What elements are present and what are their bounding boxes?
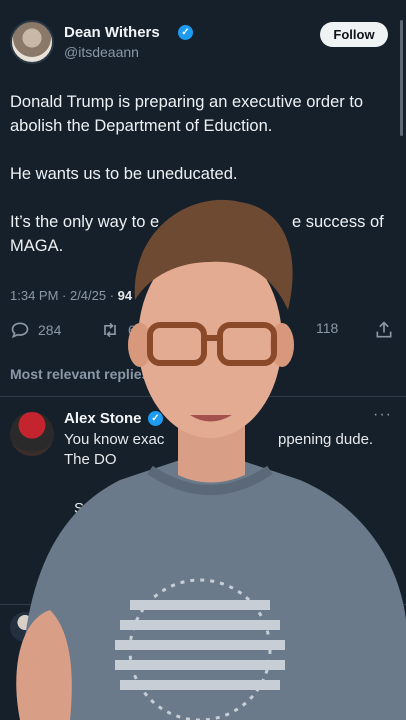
tweet-paragraph: MAGA. — [10, 237, 64, 255]
author-handle[interactable]: @itsdeaann — [64, 44, 139, 60]
reply-count: 284 — [38, 322, 62, 338]
retweet-action[interactable]: 6 — [100, 320, 136, 340]
more-icon[interactable]: ··· — [373, 406, 392, 424]
verified-badge-icon: ✓ — [148, 411, 163, 426]
reply-text: You know exac ppening dude. The DO — [64, 430, 394, 470]
reply-avatar[interactable] — [10, 412, 54, 456]
tweet-body: Donald Trump is preparing an executive o… — [10, 90, 396, 258]
retweet-icon — [104, 322, 116, 338]
share-icon — [376, 321, 392, 338]
verified-badge-icon: ✓ — [178, 25, 193, 40]
tweet-views[interactable]: 94 — [118, 288, 132, 303]
reply-author-name[interactable]: Alex Stone — [64, 410, 142, 427]
tweet-timestamp[interactable]: 1:34 PM · 2/4/25 · — [10, 288, 118, 303]
tweet-actions: 284 6 118 — [10, 320, 396, 342]
bookmark-count: 118 — [316, 320, 339, 336]
reply-line: You know exac — [64, 431, 165, 448]
bookmark-action[interactable]: 118 — [316, 320, 338, 336]
author-name[interactable]: Dean Withers — [64, 24, 160, 41]
reply-fragment: S — [74, 500, 85, 517]
shirt-print — [115, 578, 285, 720]
divider — [0, 396, 406, 397]
tweet-paragraph: It’s the only way to e — [10, 213, 160, 231]
tweet-header: Dean Withers ✓ @itsdeaann Follow — [10, 18, 396, 66]
tweet-meta: 1:34 PM · 2/4/25 · 94 — [10, 288, 132, 303]
reply-line: ppening dude. — [278, 431, 374, 448]
retweet-count: 6 — [128, 322, 136, 338]
scrollbar[interactable] — [400, 20, 403, 136]
reply-action[interactable]: 284 — [10, 320, 61, 340]
follow-button[interactable]: Follow — [320, 22, 388, 47]
author-avatar[interactable] — [10, 20, 54, 64]
divider — [0, 604, 406, 605]
presenter-shirt — [20, 460, 406, 720]
reply-icon — [11, 322, 29, 339]
tweet-paragraph: e success of — [292, 213, 384, 231]
next-reply-avatar[interactable] — [10, 612, 40, 642]
tweet-paragraph: Donald Trump is preparing an executive o… — [10, 93, 364, 135]
reply-line: The DO — [64, 451, 117, 468]
share-action[interactable] — [374, 320, 394, 340]
replies-sort-label[interactable]: Most relevant replies — [10, 366, 149, 382]
tweet-paragraph: He wants us to be uneducated. — [10, 165, 238, 183]
